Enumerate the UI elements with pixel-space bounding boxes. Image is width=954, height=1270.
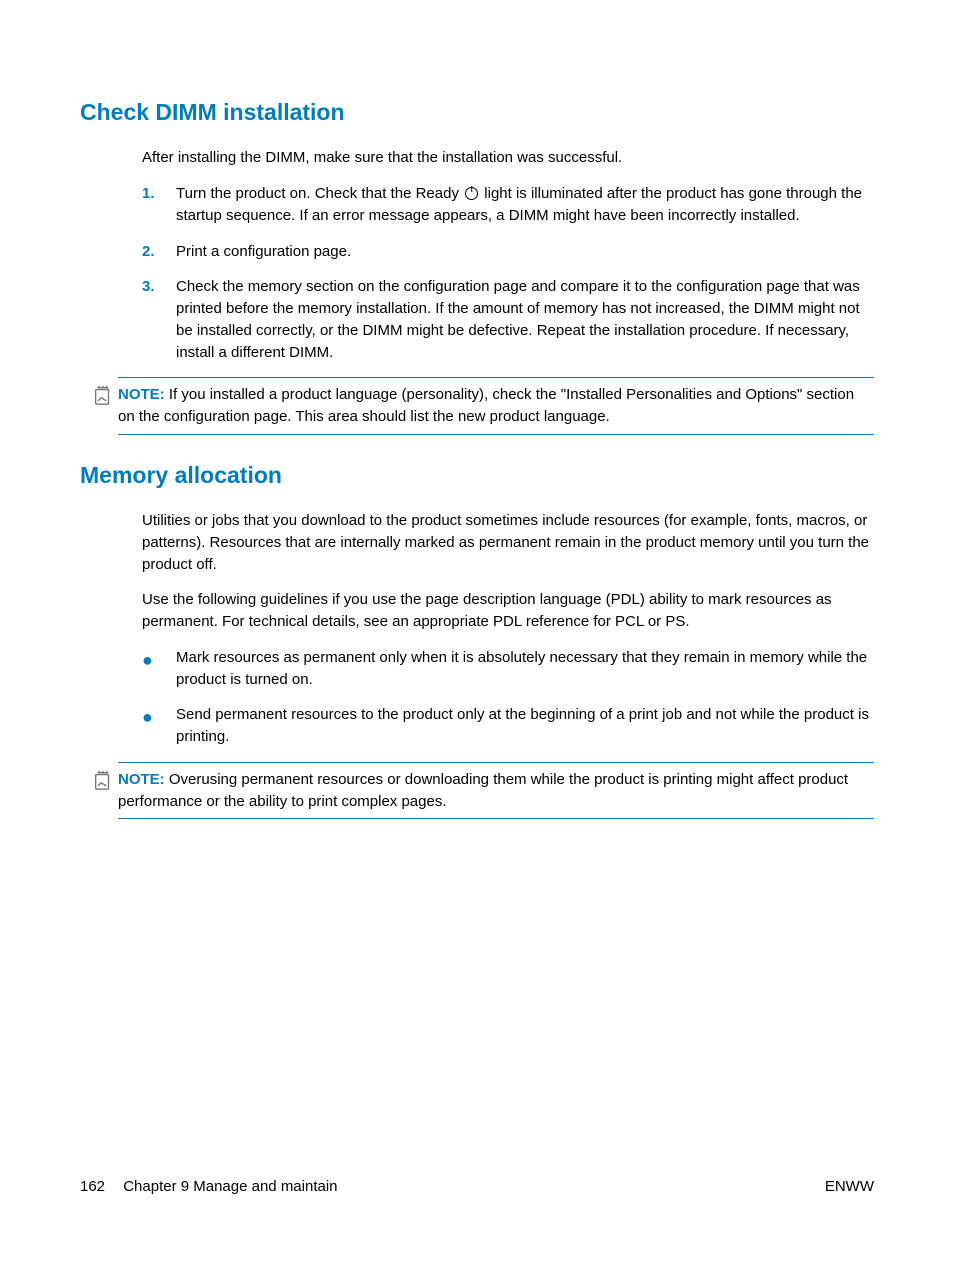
guidelines-list: ● Mark resources as permanent only when … bbox=[142, 647, 874, 748]
memory-p1: Utilities or jobs that you download to t… bbox=[142, 510, 874, 575]
step-text: Check the memory section on the configur… bbox=[176, 276, 874, 363]
step-text: Print a configuration page. bbox=[176, 241, 874, 263]
memory-p2: Use the following guidelines if you use … bbox=[142, 589, 874, 633]
footer-left: 162 Chapter 9 Manage and maintain bbox=[80, 1176, 338, 1198]
bullet-text: Send permanent resources to the product … bbox=[176, 704, 874, 748]
bullet-icon: ● bbox=[142, 647, 176, 691]
footer-right: ENWW bbox=[825, 1176, 874, 1198]
note-block: NOTE: If you installed a product languag… bbox=[118, 377, 874, 435]
note-icon bbox=[92, 384, 114, 413]
step-number: 2. bbox=[142, 241, 176, 263]
bullet-icon: ● bbox=[142, 704, 176, 748]
step-3: 3. Check the memory section on the confi… bbox=[142, 276, 874, 363]
note-icon bbox=[92, 769, 114, 798]
step-1: 1. Turn the product on. Check that the R… bbox=[142, 183, 874, 227]
bullet-text: Mark resources as permanent only when it… bbox=[176, 647, 874, 691]
install-steps: 1. Turn the product on. Check that the R… bbox=[142, 183, 874, 363]
chapter-label: Chapter 9 Manage and maintain bbox=[123, 1178, 337, 1195]
step-number: 1. bbox=[142, 183, 176, 227]
note-text: If you installed a product language (per… bbox=[118, 386, 854, 425]
note-block: NOTE: Overusing permanent resources or d… bbox=[118, 762, 874, 820]
ready-light-icon bbox=[465, 187, 478, 200]
step-number: 3. bbox=[142, 276, 176, 363]
note-label: NOTE: bbox=[118, 386, 165, 403]
step-text: Turn the product on. Check that the Read… bbox=[176, 183, 874, 227]
list-item: ● Send permanent resources to the produc… bbox=[142, 704, 874, 748]
intro-text: After installing the DIMM, make sure tha… bbox=[142, 147, 874, 169]
note-text: Overusing permanent resources or downloa… bbox=[118, 771, 848, 810]
page-footer: 162 Chapter 9 Manage and maintain ENWW bbox=[80, 1176, 874, 1198]
heading-memory-allocation: Memory allocation bbox=[80, 459, 874, 492]
step-2: 2. Print a configuration page. bbox=[142, 241, 874, 263]
section-memory-allocation: Memory allocation Utilities or jobs that… bbox=[80, 459, 874, 820]
note-label: NOTE: bbox=[118, 771, 165, 788]
step-text-part-a: Turn the product on. Check that the Read… bbox=[176, 185, 463, 202]
page-number: 162 bbox=[80, 1176, 105, 1198]
section-check-dimm: Check DIMM installation After installing… bbox=[80, 96, 874, 435]
list-item: ● Mark resources as permanent only when … bbox=[142, 647, 874, 691]
heading-check-dimm: Check DIMM installation bbox=[80, 96, 874, 129]
